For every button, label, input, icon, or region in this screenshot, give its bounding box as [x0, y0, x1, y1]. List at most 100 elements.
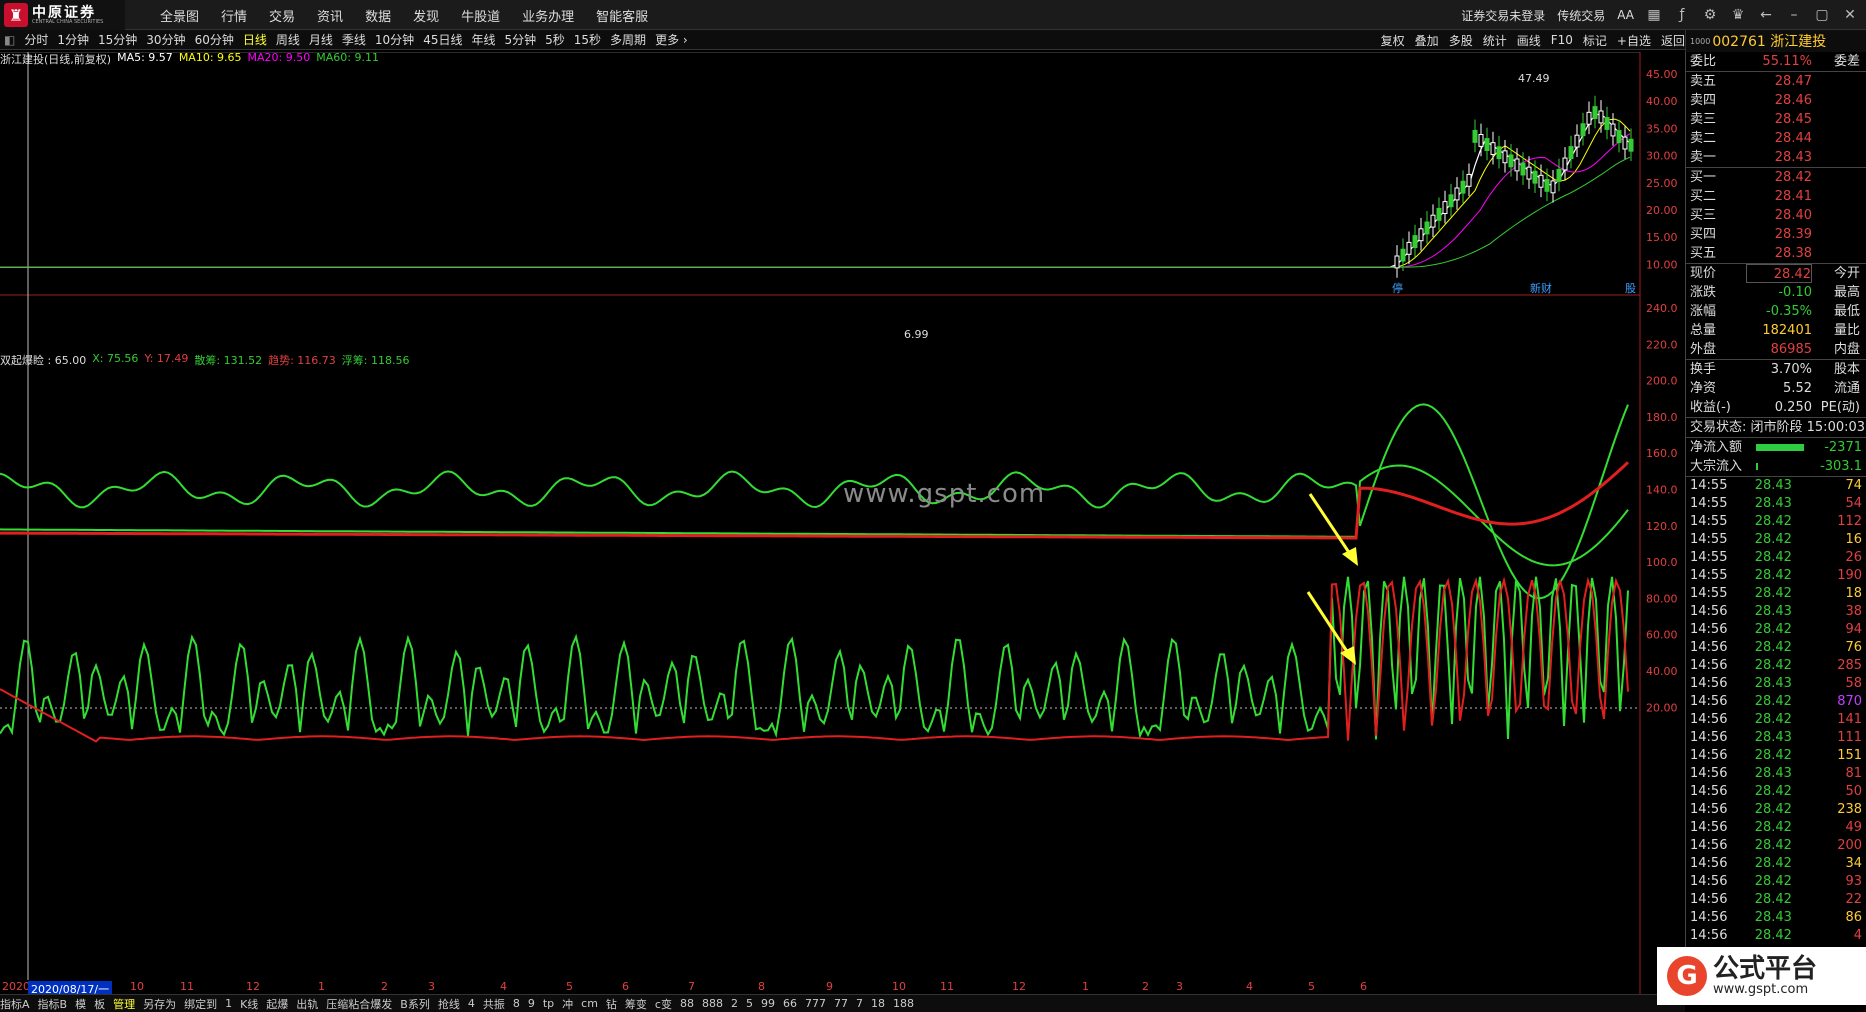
- menu-item[interactable]: 资讯: [317, 6, 343, 25]
- menu-item[interactable]: 行情: [221, 6, 247, 25]
- period-tab[interactable]: 5分钟: [504, 31, 536, 48]
- period-tab[interactable]: 15分钟: [98, 31, 137, 48]
- period-tab[interactable]: 45日线: [423, 31, 462, 48]
- font-size-button[interactable]: AA: [1617, 8, 1634, 22]
- indicator-tab[interactable]: 777: [805, 997, 826, 1010]
- period-tab[interactable]: 年线: [471, 31, 495, 48]
- indicator-tab[interactable]: 压缩粘合爆发: [326, 996, 392, 1012]
- period-tab-active[interactable]: 日线: [243, 31, 267, 48]
- indicator-tab[interactable]: 筹变: [625, 996, 647, 1012]
- maximize-icon[interactable]: ▢: [1814, 7, 1830, 23]
- period-tab[interactable]: 更多 ›: [655, 31, 688, 48]
- indicator-tab[interactable]: 钻: [606, 996, 617, 1012]
- period-tab[interactable]: 多周期: [610, 31, 646, 48]
- minimize-icon[interactable]: –: [1786, 7, 1802, 23]
- period-tab[interactable]: 60分钟: [195, 31, 234, 48]
- back-icon[interactable]: ←: [1758, 7, 1774, 23]
- chart-area[interactable]: 45.00 40.00 35.00 30.00 25.00 20.00 15.00 10.00…: [0, 52, 1685, 994]
- login-status[interactable]: 证券交易未登录: [1461, 7, 1545, 24]
- grid-icon[interactable]: ▦: [1646, 7, 1662, 23]
- indicator-tab[interactable]: 绑定到: [184, 996, 217, 1012]
- sell-row[interactable]: 卖一 28.43: [1686, 148, 1866, 167]
- indicator-tab[interactable]: K线: [240, 996, 258, 1012]
- event-tag[interactable]: 停: [1392, 281, 1403, 295]
- indicator-tab[interactable]: 管理: [113, 996, 135, 1012]
- skin-icon[interactable]: ♛: [1730, 7, 1746, 23]
- tool-button[interactable]: 复权: [1381, 32, 1405, 49]
- indicator-tab[interactable]: tp: [543, 997, 554, 1010]
- indicator-tab[interactable]: 出轨: [296, 996, 318, 1012]
- sell-row[interactable]: 卖五 28.47: [1686, 72, 1866, 91]
- sell-row[interactable]: 卖三 28.45: [1686, 110, 1866, 129]
- indicator-tab[interactable]: 9: [528, 997, 535, 1010]
- buy-row[interactable]: 买一 28.42: [1686, 168, 1866, 187]
- buy-row[interactable]: 买三 28.40: [1686, 206, 1866, 225]
- toggle-panel-icon[interactable]: ◧: [4, 33, 15, 47]
- menu-item[interactable]: 智能客服: [596, 6, 648, 25]
- indicator-tab[interactable]: 抢线: [438, 996, 460, 1012]
- period-tab[interactable]: 季线: [342, 31, 366, 48]
- period-tab[interactable]: 10分钟: [375, 31, 414, 48]
- gear-icon[interactable]: ⚙: [1702, 7, 1718, 23]
- indicator-tab[interactable]: 指标B: [38, 996, 68, 1012]
- indicator-tab[interactable]: cm: [581, 997, 598, 1010]
- indicator-tab[interactable]: 66: [783, 997, 797, 1010]
- menu-item[interactable]: 牛股道: [461, 6, 500, 25]
- close-icon[interactable]: ✕: [1842, 7, 1858, 23]
- indicator-tab[interactable]: 2: [731, 997, 738, 1010]
- indicator-tab[interactable]: 另存为: [143, 996, 176, 1012]
- indicator-tab[interactable]: 4: [468, 997, 475, 1010]
- trade-mode[interactable]: 传统交易: [1557, 7, 1605, 24]
- buy-row[interactable]: 买二 28.41: [1686, 187, 1866, 206]
- menu-item[interactable]: 全景图: [160, 6, 199, 25]
- indicator-tab[interactable]: 188: [893, 997, 914, 1010]
- sell-row[interactable]: 卖四 28.46: [1686, 91, 1866, 110]
- menu-item[interactable]: 业务办理: [522, 6, 574, 25]
- indicator-name[interactable]: 双起爆睑 : 65.00: [0, 352, 86, 367]
- indicator-tab[interactable]: 冲: [562, 996, 573, 1012]
- menu-item[interactable]: 发现: [413, 6, 439, 25]
- buy-row[interactable]: 买五 28.38: [1686, 244, 1866, 263]
- buy-row[interactable]: 买四 28.39: [1686, 225, 1866, 244]
- indicator-tab[interactable]: 共振: [483, 996, 505, 1012]
- period-tab[interactable]: 5秒: [545, 31, 565, 48]
- indicator-tab[interactable]: 7: [856, 997, 863, 1010]
- indicator-tab[interactable]: 起爆: [266, 996, 288, 1012]
- stock-code-name[interactable]: 002761 浙江建投: [1712, 31, 1826, 51]
- period-tab[interactable]: 1分钟: [57, 31, 89, 48]
- indicator-tab[interactable]: 5: [746, 997, 753, 1010]
- indicator-tab[interactable]: 1: [225, 997, 232, 1010]
- indicator-tab[interactable]: 指标A: [0, 996, 30, 1012]
- indicator-tab[interactable]: 888: [702, 997, 723, 1010]
- tool-button[interactable]: F10: [1551, 33, 1573, 47]
- event-tag[interactable]: 股: [1625, 282, 1636, 295]
- indicator-tab[interactable]: B系列: [400, 996, 430, 1012]
- menu-item[interactable]: 数据: [365, 6, 391, 25]
- broker-logo[interactable]: ♜ 中原证券 CENTRAL CHINA SECURITIES: [0, 0, 125, 30]
- indicator-tab[interactable]: 77: [834, 997, 848, 1010]
- indicator-tab[interactable]: 18: [871, 997, 885, 1010]
- tick-list[interactable]: 14:55 28.43 74 14:55 28.43 54 14:55 28.42 112 14:…: [1686, 477, 1866, 945]
- period-tab[interactable]: 月线: [309, 31, 333, 48]
- tool-button[interactable]: 叠加: [1415, 32, 1439, 49]
- tool-button[interactable]: 返回: [1661, 32, 1685, 49]
- tool-button[interactable]: 统计: [1483, 32, 1507, 49]
- period-tab[interactable]: 30分钟: [146, 31, 185, 48]
- tool-button[interactable]: 画线: [1517, 32, 1541, 49]
- tool-button[interactable]: +自选: [1617, 32, 1651, 49]
- event-tag[interactable]: 新财: [1530, 281, 1552, 295]
- indicator-tab[interactable]: 模: [75, 996, 86, 1012]
- indicator-tab[interactable]: 99: [761, 997, 775, 1010]
- indicator-tab[interactable]: 8: [513, 997, 520, 1010]
- indicator-tab[interactable]: 88: [680, 997, 694, 1010]
- sell-row[interactable]: 卖二 28.44: [1686, 129, 1866, 148]
- tool-button[interactable]: 标记: [1583, 32, 1607, 49]
- indicator-tab[interactable]: 板: [94, 996, 105, 1012]
- period-tab[interactable]: 分时: [24, 31, 48, 48]
- period-tab[interactable]: 15秒: [574, 31, 601, 48]
- indicator-tab[interactable]: c变: [655, 996, 672, 1012]
- period-tab[interactable]: 周线: [276, 31, 300, 48]
- formula-icon[interactable]: ƒ: [1674, 7, 1690, 23]
- tool-button[interactable]: 多股: [1449, 32, 1473, 49]
- menu-item[interactable]: 交易: [269, 6, 295, 25]
